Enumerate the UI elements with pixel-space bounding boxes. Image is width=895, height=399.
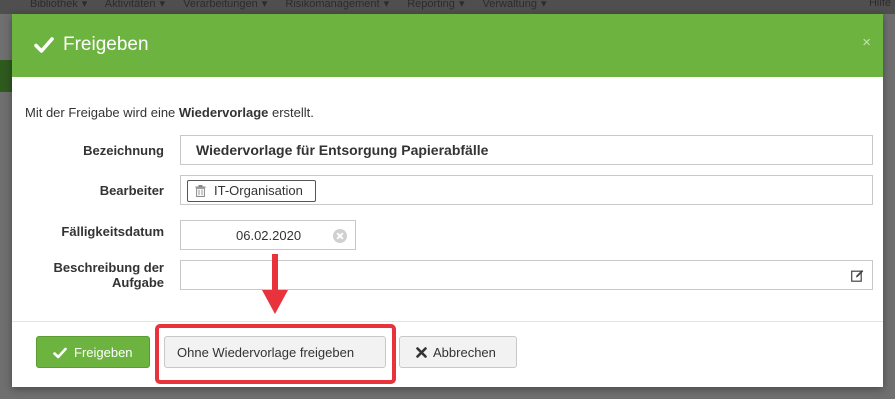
background-navbar: Bibliothek ▾ Aktivitäten ▾ Verarbeitunge… bbox=[0, 0, 895, 14]
menu-item-reporting: Reporting ▾ bbox=[407, 0, 465, 10]
trash-icon[interactable] bbox=[195, 185, 206, 197]
menu-item-aktivitaeten: Aktivitäten ▾ bbox=[104, 0, 166, 10]
close-icon bbox=[416, 347, 427, 358]
beschreibung-label-line2: Aufgabe bbox=[112, 275, 164, 290]
beschreibung-label-line1: Beschreibung der bbox=[53, 260, 164, 275]
menu-item-verwaltung: Verwaltung ▾ bbox=[482, 0, 547, 10]
footer-divider bbox=[12, 321, 883, 322]
background-green-block bbox=[0, 60, 12, 92]
info-suffix: erstellt. bbox=[268, 105, 314, 120]
menu-item-bibliothek: Bibliothek ▾ bbox=[30, 0, 88, 10]
info-bold: Wiedervorlage bbox=[178, 105, 269, 120]
abbrechen-button[interactable]: Abbrechen bbox=[399, 336, 517, 368]
freigeben-button[interactable]: Freigeben bbox=[36, 336, 150, 368]
bearbeiter-tag[interactable]: IT-Organisation bbox=[187, 180, 316, 202]
bezeichnung-input[interactable]: Wiedervorlage für Entsorgung Papierabfäl… bbox=[180, 135, 873, 165]
close-icon[interactable]: × bbox=[862, 34, 871, 51]
background-help-link: Hilfe bbox=[868, 0, 891, 9]
bearbeiter-label: Bearbeiter bbox=[99, 183, 164, 198]
freigeben-button-label: Freigeben bbox=[74, 345, 133, 360]
dialog-title: Freigeben bbox=[63, 34, 149, 55]
edit-icon[interactable] bbox=[851, 269, 864, 282]
info-prefix: Mit der Freigabe wird eine bbox=[25, 105, 179, 120]
bezeichnung-value: Wiedervorlage für Entsorgung Papierabfäl… bbox=[196, 142, 489, 158]
bezeichnung-label: Bezeichnung bbox=[83, 143, 164, 158]
menu-item-risikomanagement: Risikomanagement ▾ bbox=[285, 0, 390, 10]
bearbeiter-input[interactable]: IT-Organisation bbox=[180, 175, 873, 205]
freigeben-dialog: Freigeben × Mit der Freigabe wird eine W… bbox=[12, 14, 883, 387]
info-text: Mit der Freigabe wird eine Wiedervorlage… bbox=[25, 105, 314, 120]
clear-date-icon[interactable] bbox=[333, 229, 347, 243]
faelligkeitsdatum-input[interactable]: 06.02.2020 bbox=[180, 220, 356, 250]
dialog-header: Freigeben × bbox=[12, 14, 883, 77]
bearbeiter-value: IT-Organisation bbox=[214, 183, 303, 198]
arrow-down-icon bbox=[262, 254, 288, 314]
check-icon bbox=[53, 347, 67, 359]
beschreibung-label: Beschreibung der Aufgabe bbox=[12, 260, 164, 290]
faelligkeitsdatum-value: 06.02.2020 bbox=[236, 228, 302, 243]
faelligkeitsdatum-label: Fälligkeitsdatum bbox=[61, 224, 164, 239]
check-icon bbox=[34, 37, 54, 53]
background-menu: Bibliothek ▾ Aktivitäten ▾ Verarbeitunge… bbox=[30, 0, 561, 10]
ohne-wiedervorlage-button-label: Ohne Wiedervorlage freigeben bbox=[177, 345, 355, 360]
abbrechen-button-label: Abbrechen bbox=[433, 345, 496, 360]
ohne-wiedervorlage-freigeben-button[interactable]: Ohne Wiedervorlage freigeben bbox=[164, 336, 386, 368]
menu-item-verarbeitungen: Verarbeitungen ▾ bbox=[183, 0, 268, 10]
